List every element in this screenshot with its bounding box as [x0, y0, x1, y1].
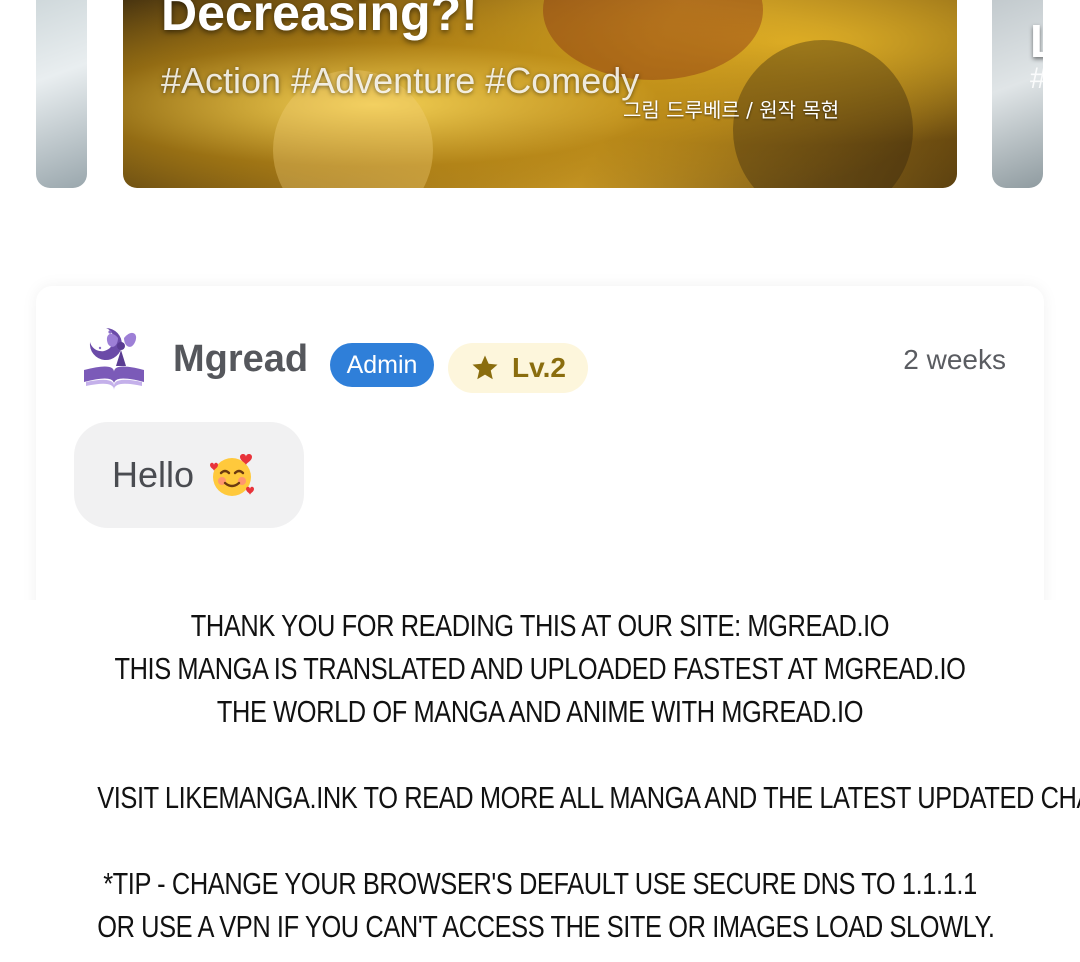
page: 그림 드루베르 / 원작 목현 Decreasing?! #Action #Ad…: [0, 0, 1080, 962]
cover-korean-credit: 그림 드루베르 / 원작 목현: [623, 98, 840, 122]
carousel-card-featured[interactable]: 그림 드루베르 / 원작 목현 Decreasing?! #Action #Ad…: [123, 0, 957, 188]
next-card-title: L: [1030, 14, 1043, 68]
user-level-label: Lv.2: [512, 352, 566, 383]
carousel-card-next[interactable]: L #: [992, 0, 1043, 188]
carousel-card-previous[interactable]: [36, 0, 87, 188]
comment-message-text: Hello: [112, 454, 195, 495]
next-card-tags: #: [1030, 62, 1043, 96]
site-notice: Thank you for reading this at our site: …: [0, 600, 1080, 962]
smiling-face-with-hearts-icon: [210, 454, 255, 496]
notice-line-world: The world of manga and anime with mgread…: [216, 694, 864, 729]
featured-title: Decreasing?!: [161, 0, 478, 41]
notice-line-tip: *Tip - Change your browser's default use…: [103, 866, 977, 901]
mgread-fairy-book-logo-icon[interactable]: [76, 324, 152, 394]
featured-genre-tags: #Action #Adventure #Comedy: [161, 60, 640, 101]
notice-line-translated: This manga is translated and uploaded fa…: [114, 651, 966, 686]
notice-line-visit: Visit likemanga.ink to read more all man…: [97, 780, 1080, 815]
comment-username[interactable]: Mgread: [173, 338, 308, 381]
admin-role-badge: Admin: [330, 343, 434, 387]
comment-card: Mgread Admin Lv.2 2 weeks Hello: [36, 286, 1044, 616]
user-level-badge: Lv.2: [448, 343, 588, 393]
comment-message-bubble: Hello: [74, 422, 304, 528]
star-icon: [472, 355, 498, 380]
comment-timestamp: 2 weeks: [903, 344, 1006, 375]
notice-line-vpn: or use a VPN if you can't access the sit…: [97, 909, 995, 944]
manga-carousel: 그림 드루베르 / 원작 목현 Decreasing?! #Action #Ad…: [0, 0, 1080, 200]
notice-line-thanks: Thank you for reading this at our site: …: [190, 608, 890, 643]
